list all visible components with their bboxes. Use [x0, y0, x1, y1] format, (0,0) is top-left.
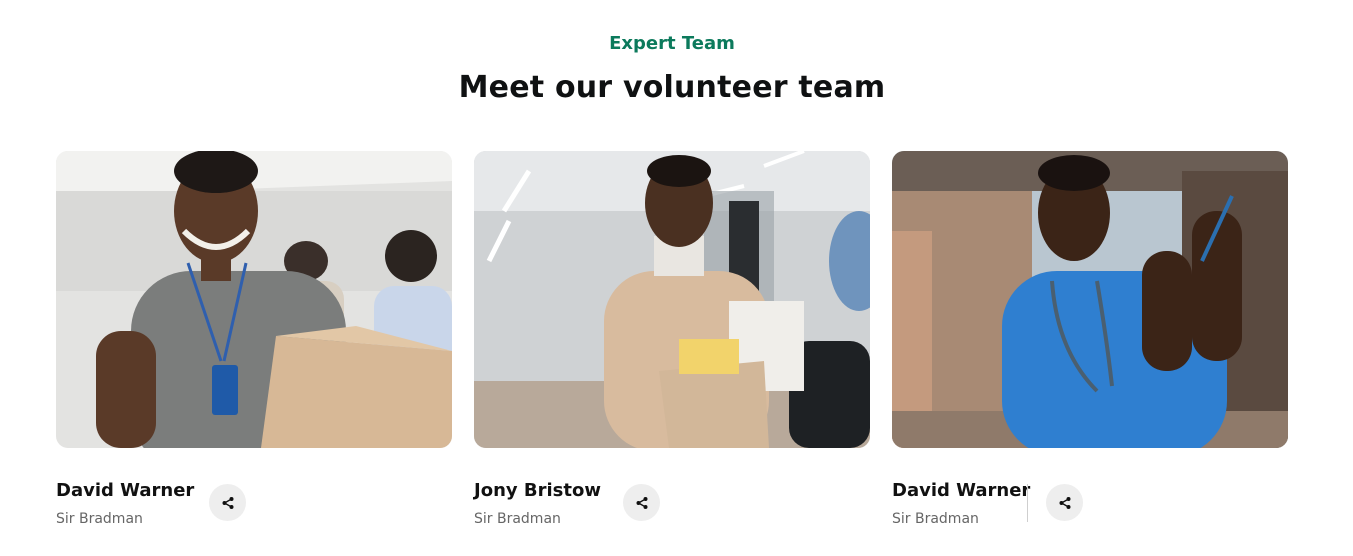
section-eyebrow: Expert Team — [609, 33, 735, 54]
member-name: Jony Bristow — [474, 480, 601, 501]
share-icon — [222, 496, 233, 509]
member-photo — [892, 151, 1288, 448]
share-button[interactable] — [1046, 484, 1083, 521]
section-title: Meet our volunteer team — [458, 70, 886, 105]
divider — [1027, 484, 1028, 522]
member-role: Sir Bradman — [474, 511, 561, 527]
share-button[interactable] — [209, 484, 246, 521]
share-button[interactable] — [623, 484, 660, 521]
member-role: Sir Bradman — [56, 511, 143, 527]
share-icon — [1059, 496, 1070, 509]
share-icon — [636, 496, 647, 509]
team-card: David Warner Sir Bradman — [56, 151, 452, 556]
team-card: Jony Bristow Sir Bradman — [474, 151, 870, 556]
member-name: David Warner — [56, 480, 195, 501]
member-name: David Warner — [892, 480, 1031, 501]
member-photo — [56, 151, 452, 448]
member-photo — [474, 151, 870, 448]
member-role: Sir Bradman — [892, 511, 979, 527]
team-card: David Warner Sir Bradman — [892, 151, 1288, 556]
